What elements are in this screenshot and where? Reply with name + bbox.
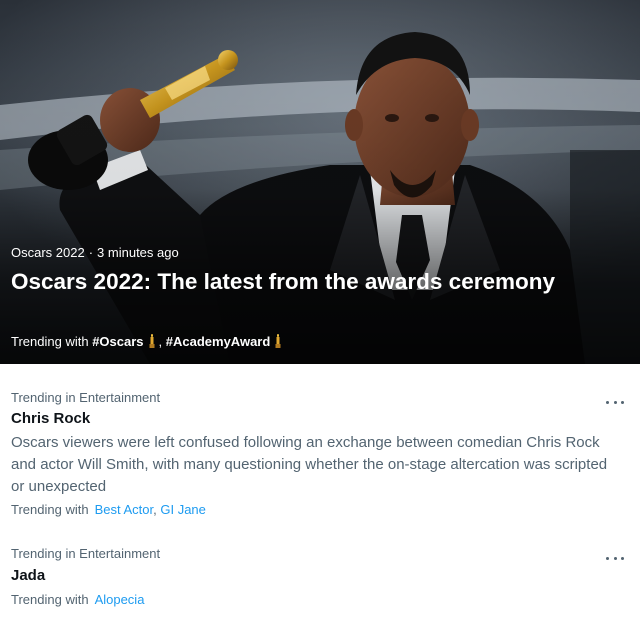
trophy-emoji-icon <box>275 334 281 348</box>
more-dot <box>621 400 624 404</box>
more-dot <box>613 400 617 404</box>
more-dot <box>613 556 617 560</box>
more-horizontal-icon <box>606 556 609 560</box>
hero-card[interactable]: Oscars 2022 · 3 minutes ago Oscars 2022: T… <box>0 0 640 364</box>
trend-related: Trending with Alopecia <box>11 592 144 607</box>
meta-separator: · <box>88 245 94 260</box>
trend-context: Trending in Entertainment <box>11 546 161 561</box>
trend-related-label: Trending with <box>11 592 89 607</box>
trend-name: Chris Rock <box>11 410 91 427</box>
hero-meta: Oscars 2022 · 3 minutes ago <box>11 245 179 260</box>
trend-item[interactable]: Trending in Entertainment Chris Rock Osc… <box>0 364 640 530</box>
more-options-button[interactable] <box>606 553 624 563</box>
trophy-emoji-icon <box>149 334 155 348</box>
more-options-button[interactable] <box>606 397 624 407</box>
trend-related-label: Trending with <box>11 502 89 517</box>
trend-related: Trending with Best Actor, GI Jane <box>11 502 206 517</box>
hero-trending-label: Trending with <box>11 334 89 349</box>
hashtag-separator: , <box>158 334 163 349</box>
related-link-best-actor[interactable]: Best Actor <box>95 502 154 517</box>
hero-category: Oscars 2022 <box>11 245 85 260</box>
more-horizontal-icon <box>606 400 609 404</box>
hashtag-oscars[interactable]: #Oscars <box>92 334 143 349</box>
hero-overlay <box>0 0 640 364</box>
hashtag-academyaward[interactable]: #AcademyAward <box>166 334 271 349</box>
trend-description: Oscars viewers were left confused follow… <box>11 434 608 495</box>
trend-context: Trending in Entertainment <box>11 390 161 405</box>
more-dot <box>621 556 624 560</box>
related-link-alopecia[interactable]: Alopecia <box>95 592 145 607</box>
hero-title[interactable]: Oscars 2022: The latest from the awards … <box>11 266 571 297</box>
related-link-gi-jane[interactable]: GI Jane <box>160 502 206 517</box>
related-separator: , <box>153 502 157 517</box>
hero-trending-with: Trending with #Oscars, #AcademyAward <box>11 334 285 349</box>
trend-item[interactable]: Trending in Entertainment Jada Trending … <box>0 530 640 617</box>
hero-time: 3 minutes ago <box>97 245 179 260</box>
trend-name: Jada <box>11 567 46 584</box>
